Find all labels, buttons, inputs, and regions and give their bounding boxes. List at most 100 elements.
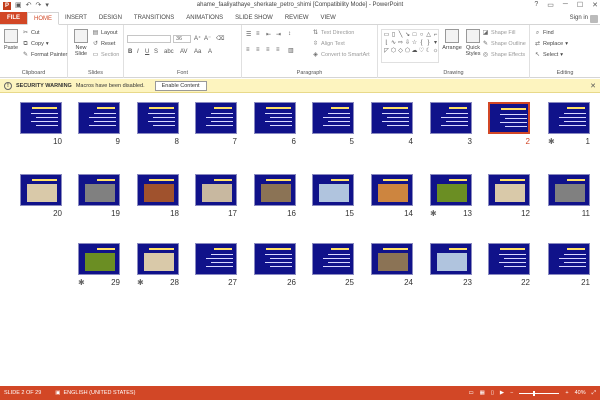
shape-outline-button[interactable]: ✎ Shape Outline [482,41,526,47]
right-arrow-shape-icon[interactable]: ⇨ [397,39,404,47]
slide-thumbnail[interactable] [195,174,237,206]
tab-view[interactable]: VIEW [315,12,342,24]
arrange-button[interactable]: Arrange [442,29,462,51]
brace-right-shape-icon[interactable]: } [425,39,432,47]
slide-thumbnail[interactable] [371,102,413,134]
slide-thumbnail[interactable] [137,174,179,206]
pentagon-shape-icon[interactable]: ⬠ [404,47,411,55]
font-name-box[interactable] [127,35,171,43]
slideshow-view-icon[interactable]: ▶ [500,390,504,396]
line-shape-icon[interactable]: ╲ [397,31,404,39]
columns-icon[interactable]: ▥ [288,47,294,54]
close-icon[interactable]: ✕ [592,1,598,9]
slide-sorter-view-icon[interactable]: ▦ [480,390,485,396]
slide-thumbnail[interactable] [195,102,237,134]
shape-effects-button[interactable]: ◎ Shape Effects [482,52,525,58]
font-size-box[interactable]: 36 [173,35,191,43]
slide-thumbnail[interactable] [137,243,179,275]
zoom-out-icon[interactable]: − [510,390,513,396]
align-right-icon[interactable]: ≡ [266,47,270,53]
copy-button[interactable]: ⧉ Copy ▾ [22,41,48,47]
slide-thumbnail[interactable] [312,102,354,134]
textbox-shape-icon[interactable]: ▭ [383,31,390,39]
line-spacing-icon[interactable]: ↕ [288,31,291,37]
italic-icon[interactable]: I [137,49,139,55]
char-spacing-icon[interactable]: AV [180,49,188,55]
more-shapes-icon[interactable]: ▾ [432,39,439,47]
slide-thumbnail[interactable] [430,243,472,275]
maximize-icon[interactable]: ☐ [577,1,583,9]
sun-shape-icon[interactable]: ☼ [432,47,439,55]
zoom-slider[interactable] [519,390,560,396]
tab-insert[interactable]: INSERT [59,12,93,24]
format-painter-button[interactable]: ✎ Format Painter [22,52,67,58]
diamond-shape-icon[interactable]: ◇ [397,47,404,55]
select-button[interactable]: ↖ Select ▾ [534,52,563,58]
justify-icon[interactable]: ≡ [276,47,280,53]
triangle-shape-icon[interactable]: △ [425,31,432,39]
shapes-gallery[interactable]: ▭ ▯ ╲ ↘ □ ○ △ ⌐ ⌊ ∿ ⇨ ⇩ ☆{} ▾ ◸ ⬡ ◇ ⬠ ☁ ♡ ☾ ☼ [381,29,439,63]
convert-smartart-button[interactable]: ◈ Convert to SmartArt [312,52,369,58]
slide-thumbnail[interactable] [20,102,62,134]
slide-thumbnail[interactable] [548,102,590,134]
slide-thumbnail[interactable] [254,174,296,206]
numbering-icon[interactable]: ≡ [256,31,260,37]
zoom-in-icon[interactable]: + [565,390,568,396]
text-direction-button[interactable]: ⇅ Text Direction [312,30,354,36]
transition-icon[interactable]: ✱ [548,137,555,146]
language-indicator[interactable]: ▣ ENGLISH (UNITED STATES) [55,390,135,396]
tab-home[interactable]: HOME [27,12,59,25]
transition-icon[interactable]: ✱ [430,209,437,218]
align-center-icon[interactable]: ≡ [256,47,260,53]
minimize-icon[interactable]: ─ [563,1,568,9]
align-text-button[interactable]: ⇳ Align Text [312,41,345,47]
down-arrow-shape-icon[interactable]: ⇩ [404,39,411,47]
tab-file[interactable]: FILE [0,12,27,24]
slide-thumbnail[interactable] [430,174,472,206]
connector-shape-icon[interactable]: ⌐ [432,31,439,39]
decrease-indent-icon[interactable]: ⇤ [266,31,271,38]
slide-thumbnail[interactable] [20,174,62,206]
slide-thumbnail[interactable] [488,174,530,206]
slide-thumbnail[interactable] [548,174,590,206]
help-icon[interactable]: ? [534,1,538,9]
change-case-icon[interactable]: Aa [194,49,201,55]
elbow-shape-icon[interactable]: ⌊ [383,39,390,47]
zoom-level[interactable]: 40% [575,390,586,396]
underline-icon[interactable]: U [145,49,149,55]
slide-thumbnail[interactable] [488,243,530,275]
slide-thumbnail[interactable] [195,243,237,275]
transition-icon[interactable]: ✱ [137,278,144,287]
brace-shape-icon[interactable]: { [418,39,425,47]
new-slide-button[interactable]: New Slide [71,29,91,57]
quick-styles-button[interactable]: Quick Styles [462,29,484,57]
replace-button[interactable]: ⇄ Replace ▾ [534,41,568,47]
grow-font-icon[interactable]: A⁺ [194,35,201,42]
tab-transitions[interactable]: TRANSITIONS [128,12,180,24]
slide-thumbnail[interactable] [312,174,354,206]
account-icon[interactable] [590,15,598,23]
slide-thumbnail[interactable] [78,102,120,134]
strikethrough-icon[interactable]: abc [164,49,174,55]
shrink-font-icon[interactable]: A⁻ [204,35,211,42]
tab-animations[interactable]: ANIMATIONS [180,12,229,24]
section-button[interactable]: ▭ Section [92,52,120,58]
tab-design[interactable]: DESIGN [93,12,128,24]
ribbon-display-icon[interactable]: ▭ [547,1,554,9]
rect-shape-icon[interactable]: □ [411,31,418,39]
oval-shape-icon[interactable]: ○ [418,31,425,39]
close-icon[interactable]: ✕ [590,82,596,90]
fit-slide-icon[interactable]: ⤢ [592,390,596,397]
slide-thumbnail[interactable] [312,243,354,275]
slide-thumbnail[interactable] [371,243,413,275]
clear-format-icon[interactable]: ⌫ [216,35,224,42]
bold-icon[interactable]: B [128,49,132,55]
align-left-icon[interactable]: ≡ [246,47,250,53]
slide-thumbnail[interactable] [487,101,531,135]
transition-icon[interactable]: ✱ [78,278,85,287]
heart-shape-icon[interactable]: ♡ [418,47,425,55]
sign-in-link[interactable]: Sign in [570,15,588,21]
slide-thumbnail[interactable] [430,102,472,134]
tab-slide-show[interactable]: SLIDE SHOW [229,12,279,24]
enable-content-button[interactable]: Enable Content [154,80,207,91]
